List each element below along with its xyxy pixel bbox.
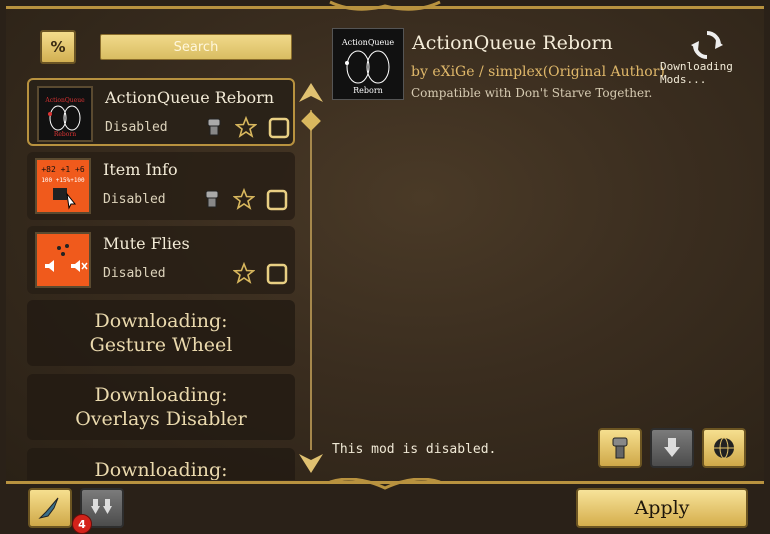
downloading-label: Downloading: [94,384,228,406]
refresh-icon [691,31,723,59]
detail-compatibility: Compatible with Don't Starve Together. [411,86,653,100]
scroll-down-icon[interactable] [296,450,326,476]
checkbox-icon[interactable] [265,188,289,212]
server-icon [205,190,219,208]
updates-icon [91,499,112,514]
search-input[interactable] [100,34,292,60]
checkbox-icon[interactable] [267,116,291,140]
update-icon [664,438,680,457]
svg-text:100 +15%+100: 100 +15%+100 [41,177,85,184]
downloading-item: Downloading: Gesture Wheel [27,300,295,366]
mod-item-actionqueue-reborn[interactable]: ActionQueue Reborn ActionQueue Reborn Di… [27,78,295,146]
mod-list-panel: % ActionQueue Reborn ActionQueue Reborn … [24,24,304,480]
server-icon [207,118,221,136]
downloading-item: Downloading: Overlays Disabler [27,374,295,440]
svg-text:Reborn: Reborn [353,86,383,95]
mod-status: Disabled [105,120,168,135]
scroll-track [310,110,312,450]
update-mod-button[interactable] [650,428,694,468]
svg-text:Reborn: Reborn [54,131,76,138]
svg-text:ActionQueue: ActionQueue [341,38,395,47]
apply-button[interactable]: Apply [576,488,748,528]
detail-title: ActionQueue Reborn [412,32,613,54]
downloading-item: Downloading: [27,448,295,480]
clean-all-button[interactable] [28,488,72,528]
mod-list: ActionQueue Reborn ActionQueue Reborn Di… [24,76,300,480]
scroll-up-icon[interactable] [296,80,326,106]
scroll-thumb[interactable] [301,111,321,131]
detail-author: by eXiGe / simplex(Original Author) [411,64,665,80]
star-icon[interactable] [233,262,255,284]
star-icon[interactable] [235,116,257,138]
clean-icon [38,497,59,519]
mod-status: Disabled [103,192,166,207]
downloading-label: Downloading: [94,459,228,480]
detail-thumbnail: ActionQueue Reborn [332,28,404,100]
filter-icon: % [50,38,66,56]
globe-icon [714,437,734,459]
mod-thumbnail: +82 +1 +6 100 +15%+100 [35,158,91,214]
svg-text:+82 +1 +6: +82 +1 +6 [41,165,85,174]
top-ornament [20,0,750,11]
star-icon[interactable] [233,188,255,210]
mod-item-item-info[interactable]: +82 +1 +6 100 +15%+100 Item Info Disable… [27,152,295,220]
downloading-mod-name: Overlays Disabler [75,408,247,430]
config-icon [612,437,628,459]
mod-name: Mute Flies [103,234,190,253]
svg-text:ActionQueue: ActionQueue [44,97,85,104]
mod-name: Item Info [103,160,178,179]
mod-workshop-button[interactable] [702,428,746,468]
mod-thumbnail: ActionQueue Reborn [37,86,93,142]
mod-thumbnail [35,232,91,288]
updates-count-badge: 4 [72,514,92,534]
download-status-text: Downloading Mods... [660,60,733,86]
checkbox-icon[interactable] [265,262,289,286]
configure-mod-button[interactable] [598,428,642,468]
mod-name: ActionQueue Reborn [105,88,275,107]
mod-disabled-message: This mod is disabled. [332,442,497,457]
mod-status: Disabled [103,266,166,281]
filter-button[interactable]: % [40,30,76,64]
downloading-mod-name: Gesture Wheel [89,334,233,356]
downloading-label: Downloading: [94,310,228,332]
mod-list-scrollbar[interactable] [296,80,326,480]
mod-item-mute-flies[interactable]: Mute Flies Disabled [27,226,295,294]
